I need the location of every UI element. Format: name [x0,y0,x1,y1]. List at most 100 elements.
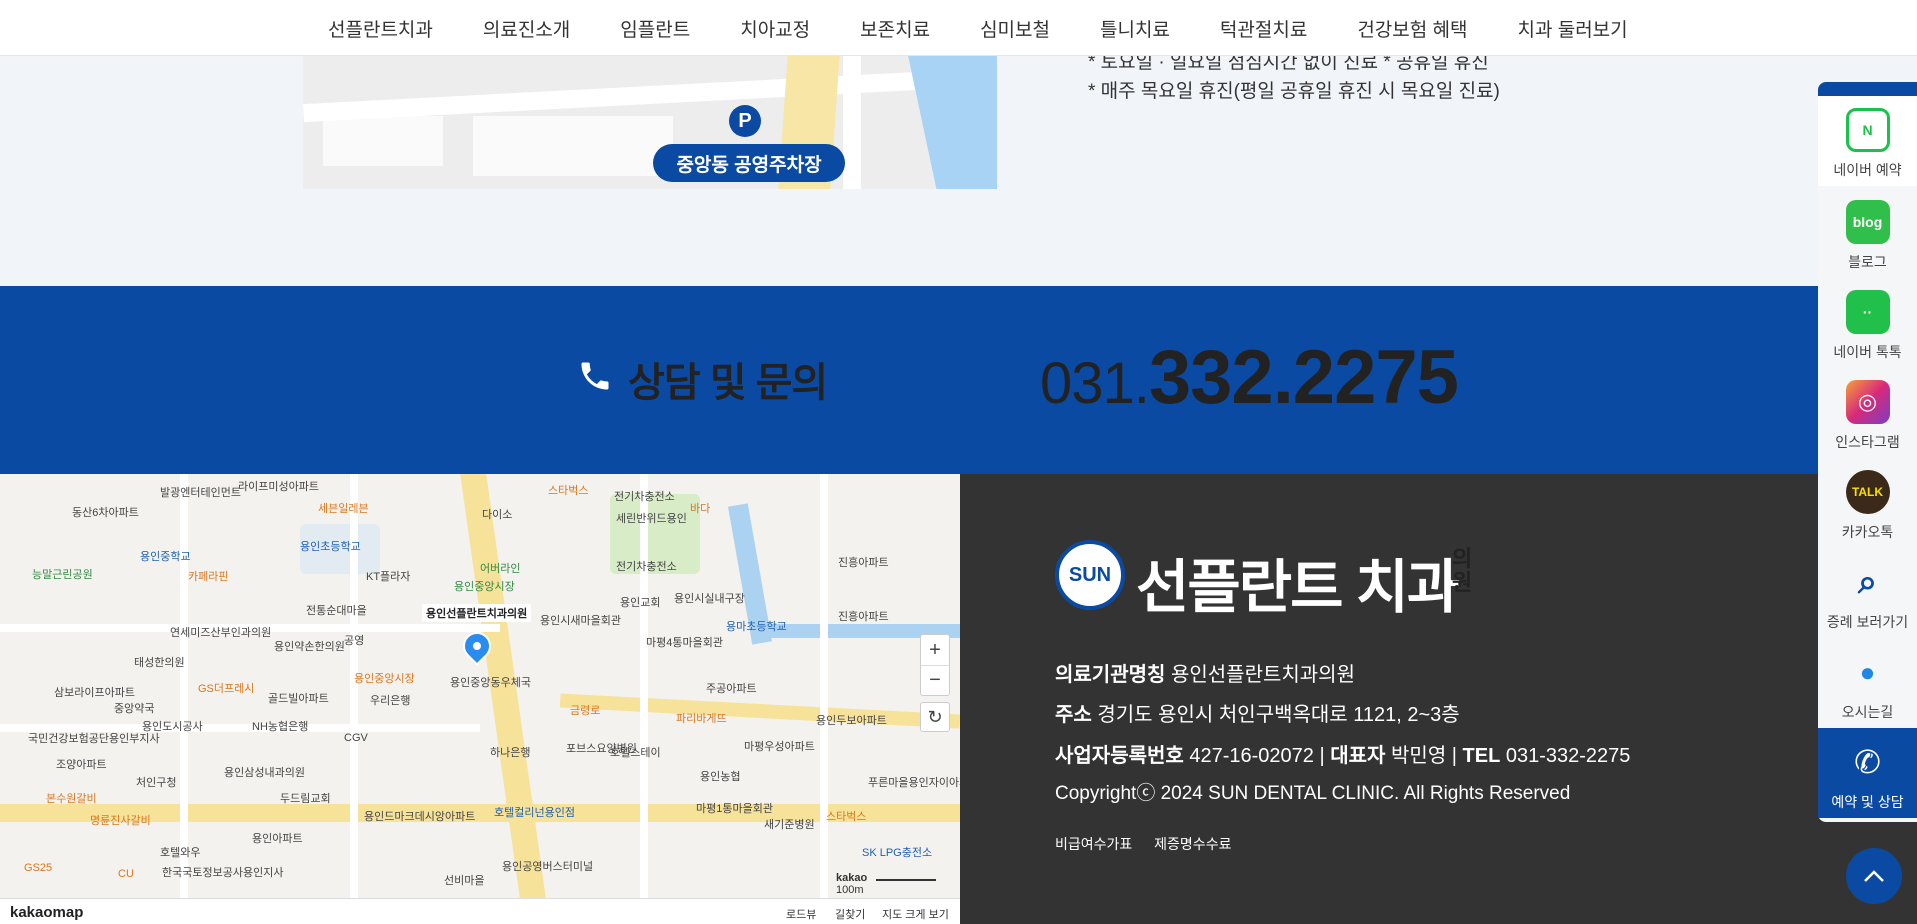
map-block [473,116,673,176]
map-label: 라이프미성아파트 [238,481,319,493]
quick-label: 인스타그램 [1835,434,1900,450]
map-label: 삼보라이프아파트 [54,687,135,699]
quick-naver-booking[interactable]: N 네이버 예약 [1818,96,1917,186]
quick-menu: N 네이버 예약 blog 블로그 ·· 네이버 톡톡 ◎ 인스타그램 TALK… [1818,82,1917,822]
map-label: 세린반위드용인 [616,513,687,525]
nav-item-implant[interactable]: 임플란트 [595,15,715,42]
quick-label: 증례 보러가기 [1826,614,1909,630]
quick-directions[interactable]: ● 오시는길 [1818,638,1917,728]
quick-label: 예약 및 상담 [1831,794,1904,810]
certificate-fee-link[interactable]: 제증명수수료 [1154,836,1231,852]
address-value: 경기도 용인시 처인구백옥대로 1121, 2~3층 [1097,704,1460,726]
map-main-road [559,693,960,729]
map-label: 용인아파트 [252,833,303,845]
institution-value: 용인선플란트치과의원 [1170,664,1355,686]
map-label: 호텔와우 [160,847,201,859]
map-label: 용마초등학교 [726,621,787,633]
quick-blog[interactable]: blog 블로그 [1818,188,1917,278]
map-label: 진흥아파트 [838,611,889,623]
biz-value: 427-16-02072 [1189,745,1314,767]
map-label: 용인초등학교 [300,541,361,553]
footer-business: 사업자등록번호 427-16-02072 | 대표자 박민영 | TEL 031… [1055,745,1631,767]
quick-cases[interactable]: ⌕ 증례 보러가기 [1818,548,1917,638]
map-label: 바다 [690,503,711,515]
zoom-out-button[interactable]: − [921,665,949,695]
institution-label: 의료기관명칭 [1055,664,1166,686]
map-label: 스타벅스 [826,811,867,823]
rep-label: 대표자 [1330,745,1386,767]
map-label: 어버라인 [480,563,521,575]
map-label: 연세미즈산부인과의원 [170,627,272,639]
map-label: NH농협은행 [252,721,309,733]
map-label: 마평우성아파트 [744,741,815,753]
map-label: 골드빌아파트 [268,693,329,705]
nav-item-denture[interactable]: 틀니치료 [1075,15,1195,42]
parking-label: 중앙동 공영주차장 [653,144,845,182]
map-label: 태성한의원 [134,657,185,669]
quick-kakaotalk[interactable]: TALK 카카오톡 [1818,458,1917,548]
nav-item-prosthetics[interactable]: 심미보철 [955,15,1075,42]
map-label: 전기차충전소 [616,561,677,573]
quick-label: 네이버 톡톡 [1833,344,1902,360]
parking-map: P 중앙동 공영주차장 [303,56,997,189]
scale-brand: kakao [836,872,868,884]
map-label: 주공아파트 [706,683,757,695]
map-label: 카페라핀 [188,571,229,583]
nav-item-sunplant[interactable]: 선플란트치과 [303,15,458,42]
map-road [640,474,648,898]
map-label: 용인공영버스터미널 [502,861,594,873]
nav-item-doctors[interactable]: 의료진소개 [458,15,595,42]
map-block [323,116,443,166]
map-label: 명륜진사갈비 [90,815,151,827]
contact-bar [0,286,1917,474]
quick-reservation[interactable]: ✆ 예약 및 상담 [1818,728,1917,818]
quick-talktalk[interactable]: ·· 네이버 톡톡 [1818,278,1917,368]
naver-calendar-icon: N [1845,108,1890,152]
tooth-search-icon: ⌕ [1857,562,1878,601]
map-label: 금령로 [570,705,601,717]
tel-value: 031-332-2275 [1505,745,1631,767]
map-label: SK LPG충전소 [862,847,933,859]
map-label: 호텔컬리넌용인점 [494,807,575,819]
roadview-button[interactable]: 로드뷰 [786,906,816,922]
kakaomap-logo[interactable]: kakaomap [10,904,83,921]
directions-button[interactable]: 길찾기 [835,906,865,922]
nav-item-orthodontics[interactable]: 치아교정 [715,15,835,42]
map-road [180,474,188,898]
map-label: 용인중앙시장 [454,581,515,593]
footer-links: 비급여수가표 제증명수수료 [1055,834,1249,854]
map-label: 용인중앙동우체국 [450,677,531,689]
map-label: 한국국토정보공사용인지사 [162,867,284,879]
map-bottom-bar: kakaomap 로드뷰 길찾기 지도 크게 보기 [0,898,960,924]
map-label: 중앙약국 [114,703,155,715]
map-label: KT플라자 [366,571,411,583]
nav-item-insurance[interactable]: 건강보험 혜택 [1332,15,1492,42]
map-road [303,67,997,123]
rep-value: 박민영 [1391,745,1447,767]
address-label: 주소 [1055,704,1092,726]
zoom-in-button[interactable]: + [921,635,949,665]
quick-instagram[interactable]: ◎ 인스타그램 [1818,368,1917,458]
nav-item-tour[interactable]: 치과 둘러보기 [1492,15,1652,42]
nav-item-tmj[interactable]: 턱관절치료 [1195,15,1332,42]
map-label: 본수원갈비 [46,793,97,805]
footer-address: 주소 경기도 용인시 처인구백옥대로 1121, 2~3층 [1055,698,1460,727]
map-label: 처인구청 [136,777,177,789]
fee-schedule-link[interactable]: 비급여수가표 [1055,836,1132,852]
map-label: 두드림교회 [280,793,331,805]
page: P 중앙동 공영주차장 * 토요일 · 일요일 점심시간 없이 진료 * 공휴일… [0,0,1917,924]
hours-line: * 매주 목요일 휴진(평일 공휴일 휴진 시 목요일 진료) [1088,81,1500,102]
tel-label: TEL [1462,745,1501,767]
scroll-top-button[interactable] [1846,848,1902,904]
map-label: 새기준병원 [764,819,815,831]
contact-phone-number[interactable]: 031.332.2275 [1040,334,1459,421]
enlarge-map-button[interactable]: 지도 크게 보기 [882,906,949,922]
map-label: 용인시실내구장 [674,593,745,605]
map-reset-button[interactable]: ↻ [920,702,950,732]
quick-label: 블로그 [1848,254,1887,270]
kakao-map[interactable]: 라이프미성아파트 세븐일레븐 다이소 스타벅스 전기차충전소 바다 용인초등학교… [0,474,960,924]
nav-item-conservative[interactable]: 보존치료 [835,15,955,42]
map-label: 전기차충전소 [614,491,675,503]
map-label: 파리바게뜨 [676,713,727,725]
map-label: 용인약손한의원 [274,641,345,653]
